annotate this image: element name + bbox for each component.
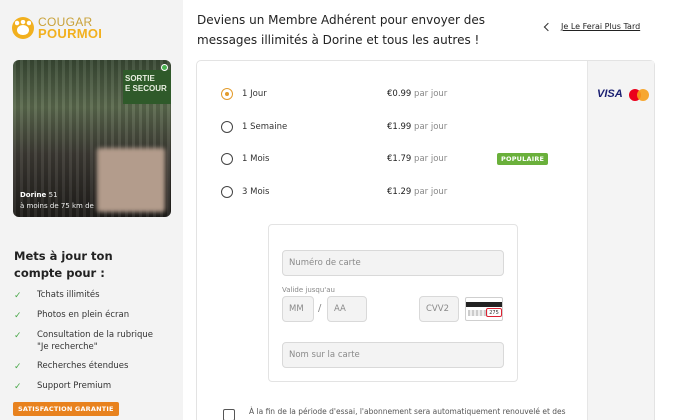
radio[interactable]: [221, 121, 233, 133]
benefit-label: Recherches étendues: [37, 361, 129, 371]
check-icon: ✓: [14, 291, 22, 301]
benefit-item: ✓ Consultation de la rubrique "Je recher…: [14, 329, 174, 353]
plan-name: 1 Semaine: [242, 122, 288, 132]
profile-distance: à moins de 75 km de: [20, 202, 94, 210]
price-unit: par jour: [414, 154, 448, 164]
mastercard-icon: [629, 89, 649, 101]
check-icon: ✓: [14, 382, 22, 392]
online-status-icon: [161, 64, 168, 71]
price-value: €1.99: [387, 122, 412, 132]
chevron-left-icon: [543, 22, 553, 31]
plan-price: €0.99 par jour: [387, 89, 497, 99]
terms-text: À la fin de la période d'essai, l'abonne…: [249, 407, 566, 416]
magnetic-stripe: [466, 302, 502, 307]
exit-sign: SORTIE E SECOUR: [123, 70, 171, 104]
plan-name: 1 Jour: [242, 89, 267, 99]
price-value: €0.99: [387, 89, 412, 99]
blurred-photo-area: [97, 148, 165, 212]
signature-strip: [468, 310, 488, 316]
plan-name: 1 Mois: [242, 154, 270, 164]
benefit-item: ✓ Photos en plein écran: [14, 309, 174, 322]
benefit-label: Photos en plein écran: [37, 310, 130, 320]
radio[interactable]: [221, 186, 233, 198]
profile-card[interactable]: SORTIE E SECOUR Dorine 51 à moins de 75 k…: [13, 60, 171, 217]
price-unit: par jour: [414, 187, 448, 197]
price-unit: par jour: [414, 89, 448, 99]
valid-until-label: Valide jusqu'au: [282, 286, 335, 294]
check-icon: ✓: [14, 311, 22, 321]
benefit-label: Tchats illimités: [37, 290, 100, 300]
benefit-item: ✓ Tchats illimités: [14, 289, 174, 302]
plan-option-3-mois[interactable]: 3 Mois €1.29 par jour: [221, 184, 551, 200]
logo-line2: POURMOI: [38, 26, 103, 41]
price-value: €1.79: [387, 154, 412, 164]
cvv-card-icon: 275: [465, 297, 503, 321]
visa-icon: VISA: [597, 88, 623, 100]
cvv-example: 275: [486, 308, 502, 317]
plan-option-1-jour[interactable]: 1 Jour €0.99 par jour: [221, 86, 551, 102]
cardholder-name-input[interactable]: Nom sur la carte: [282, 342, 504, 368]
upgrade-title: Mets à jour ton compte pour :: [14, 249, 113, 280]
benefit-item: ✓ Recherches étendues: [14, 360, 174, 373]
price-unit: par jour: [414, 122, 448, 132]
benefit-label: Consultation de la rubrique "Je recherch…: [37, 330, 153, 352]
benefit-item: ✓ Support Premium: [14, 380, 174, 393]
check-icon: ✓: [14, 331, 22, 341]
radio[interactable]: [221, 153, 233, 165]
profile-name-text: Dorine: [20, 191, 47, 199]
profile-name: Dorine 51: [20, 191, 58, 199]
plan-name: 3 Mois: [242, 187, 270, 197]
plan-price: €1.99 par jour: [387, 122, 497, 132]
check-icon: ✓: [14, 362, 22, 372]
radio-selected[interactable]: [221, 88, 233, 100]
benefits-list: ✓ Tchats illimités ✓ Photos en plein écr…: [14, 289, 174, 400]
date-separator: /: [318, 303, 322, 314]
expiry-year-input[interactable]: AA: [327, 296, 367, 322]
paw-icon: [12, 17, 34, 39]
card-number-input[interactable]: Numéro de carte: [282, 250, 504, 276]
plan-price: €1.79 par jour: [387, 154, 497, 164]
plan-option-1-semaine[interactable]: 1 Semaine €1.99 par jour: [221, 119, 551, 135]
page-title: Deviens un Membre Adhérent pour envoyer …: [197, 13, 486, 47]
cvv-input[interactable]: CVV2: [419, 296, 459, 322]
guarantee-badge: SATISFACTION GARANTIE: [13, 402, 119, 416]
popular-badge: POPULAIRE: [497, 153, 549, 165]
site-logo[interactable]: COUGAR POURMOI: [12, 16, 103, 41]
plan-price: €1.29 par jour: [387, 187, 497, 197]
terms-checkbox[interactable]: [223, 409, 235, 420]
do-it-later-link[interactable]: Je Le Ferai Plus Tard: [543, 22, 641, 31]
do-it-later-label: Je Le Ferai Plus Tard: [561, 22, 641, 31]
card-brands-panel: [587, 61, 654, 420]
price-value: €1.29: [387, 187, 412, 197]
benefit-label: Support Premium: [37, 381, 112, 391]
profile-age: 51: [48, 191, 58, 199]
logo-wordmark: COUGAR POURMOI: [38, 16, 103, 41]
expiry-month-input[interactable]: MM: [282, 296, 314, 322]
plan-option-1-mois[interactable]: 1 Mois €1.79 par jour POPULAIRE: [221, 151, 551, 167]
